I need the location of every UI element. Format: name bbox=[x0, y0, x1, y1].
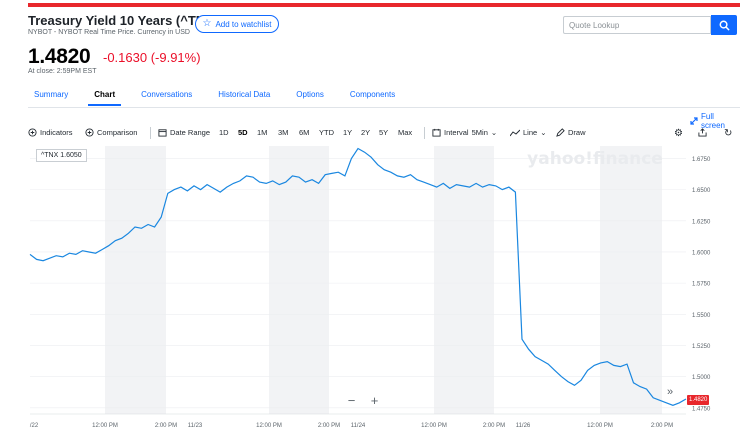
scroll-right-button[interactable]: » bbox=[667, 386, 673, 398]
watchlist-label: Add to watchlist bbox=[215, 19, 272, 29]
search-icon bbox=[719, 20, 730, 31]
range-2y[interactable]: 2Y bbox=[361, 128, 370, 137]
chart-type-dropdown[interactable]: Line ⌄ bbox=[510, 128, 546, 137]
share-icon bbox=[698, 128, 707, 137]
indicators-button[interactable]: Indicators bbox=[28, 128, 73, 137]
range-1d[interactable]: 1D bbox=[219, 128, 229, 137]
y-tick-label: 1.5750 bbox=[692, 282, 711, 288]
interval-icon bbox=[432, 128, 441, 137]
reset-button[interactable]: ↻ bbox=[724, 128, 732, 139]
zoom-out-button[interactable]: − bbox=[348, 393, 356, 408]
x-tick-label: 2:00 PM bbox=[318, 423, 340, 429]
gear-icon: ⚙ bbox=[674, 128, 683, 139]
range-1m[interactable]: 1M bbox=[257, 128, 267, 137]
x-tick-label: 12:00 PM bbox=[256, 423, 282, 429]
add-circle-icon bbox=[28, 128, 37, 137]
date-range-button[interactable]: Date Range bbox=[158, 128, 210, 137]
range-6m[interactable]: 6M bbox=[299, 128, 309, 137]
tab-historical-data[interactable]: Historical Data bbox=[212, 90, 276, 106]
tabs-divider bbox=[28, 107, 740, 108]
tab-summary[interactable]: Summary bbox=[28, 90, 74, 106]
range-5y[interactable]: 5Y bbox=[379, 128, 388, 137]
x-tick-label: /22 bbox=[30, 423, 39, 429]
brand-accent-bar bbox=[28, 3, 740, 7]
x-tick-label: 11/24 bbox=[351, 423, 366, 429]
close-time: At close: 2:59PM EST bbox=[28, 68, 97, 75]
quote-lookup-input[interactable] bbox=[563, 16, 711, 34]
session-band-1 bbox=[269, 146, 329, 414]
y-tick-label: 1.5500 bbox=[692, 313, 711, 319]
pencil-icon bbox=[556, 128, 565, 137]
settings-button[interactable]: ⚙ bbox=[674, 128, 683, 139]
calendar-icon bbox=[158, 129, 167, 137]
add-to-watchlist-button[interactable]: ☆ Add to watchlist bbox=[195, 15, 279, 33]
session-band-0 bbox=[105, 146, 166, 414]
yahoo-finance-watermark: yahoo!finance bbox=[527, 149, 663, 169]
x-tick-label: 12:00 PM bbox=[587, 423, 613, 429]
toolbar-divider bbox=[150, 127, 151, 139]
x-axis-ticks: /22 12:00 PM 2:00 PM 11/23 12:00 PM 2:00 PM 11… bbox=[30, 413, 686, 429]
x-tick-label: 2:00 PM bbox=[155, 423, 177, 429]
x-tick-label: 11/26 bbox=[516, 423, 531, 429]
y-tick-label: 1.6000 bbox=[692, 250, 711, 256]
refresh-icon: ↻ bbox=[724, 128, 733, 139]
tab-options[interactable]: Options bbox=[290, 90, 330, 106]
tab-components[interactable]: Components bbox=[344, 90, 401, 106]
share-button[interactable] bbox=[698, 128, 707, 137]
chart-toolbar: Indicators Comparison Date Range 1D 5D 1… bbox=[28, 126, 740, 142]
y-axis-ticks: 1.6750 1.6500 1.6250 1.6000 1.5750 1.5500 1.52… bbox=[692, 157, 711, 412]
y-tick-label: 1.4750 bbox=[692, 406, 711, 412]
toolbar-divider bbox=[424, 127, 425, 139]
search-button[interactable] bbox=[711, 15, 737, 35]
range-5d[interactable]: 5D bbox=[238, 128, 248, 137]
range-max[interactable]: Max bbox=[398, 128, 412, 137]
current-price-tag: 1.4820 bbox=[687, 395, 710, 405]
star-icon: ☆ bbox=[202, 18, 212, 29]
range-3m[interactable]: 3M bbox=[278, 128, 288, 137]
x-tick-label: 12:00 PM bbox=[421, 423, 447, 429]
add-circle-icon bbox=[85, 128, 94, 137]
series-legend: ^TNX 1.6050 bbox=[36, 149, 87, 162]
y-tick-label: 1.6250 bbox=[692, 219, 711, 225]
interval-dropdown[interactable]: Interval 5Min ⌄ bbox=[432, 128, 497, 137]
quote-change: -0.1630 (-9.91%) bbox=[103, 50, 201, 65]
quote-source: NYBOT - NYBOT Real Time Price. Currency … bbox=[28, 29, 190, 36]
x-tick-label: 12:00 PM bbox=[92, 423, 118, 429]
chevron-down-icon: ⌄ bbox=[490, 128, 498, 137]
session-bands bbox=[105, 146, 662, 414]
expand-icon bbox=[690, 117, 698, 125]
y-tick-label: 1.5000 bbox=[692, 375, 711, 381]
range-1y[interactable]: 1Y bbox=[343, 128, 352, 137]
line-chart-icon bbox=[510, 129, 520, 136]
quote-tabs: Summary Chart Conversations Historical D… bbox=[28, 90, 415, 106]
y-tick-label: 1.6750 bbox=[692, 157, 711, 163]
zoom-in-button[interactable]: + bbox=[371, 393, 379, 408]
x-tick-label: 2:00 PM bbox=[483, 423, 505, 429]
y-tick-label: 1.5250 bbox=[692, 344, 711, 350]
x-tick-label: 11/23 bbox=[188, 423, 203, 429]
tab-conversations[interactable]: Conversations bbox=[135, 90, 198, 106]
comparison-button[interactable]: Comparison bbox=[85, 128, 137, 137]
draw-button[interactable]: Draw bbox=[556, 128, 586, 137]
quote-price: 1.4820 bbox=[28, 45, 91, 68]
tab-chart[interactable]: Chart bbox=[88, 90, 122, 106]
page-title: Treasury Yield 10 Years (^TNX) bbox=[28, 13, 219, 28]
y-tick-label: 1.6500 bbox=[692, 188, 711, 194]
range-ytd[interactable]: YTD bbox=[319, 128, 334, 137]
chevron-down-icon: ⌄ bbox=[540, 128, 547, 137]
x-tick-label: 2:00 PM bbox=[651, 423, 673, 429]
zoom-controls: − + bbox=[340, 391, 386, 409]
